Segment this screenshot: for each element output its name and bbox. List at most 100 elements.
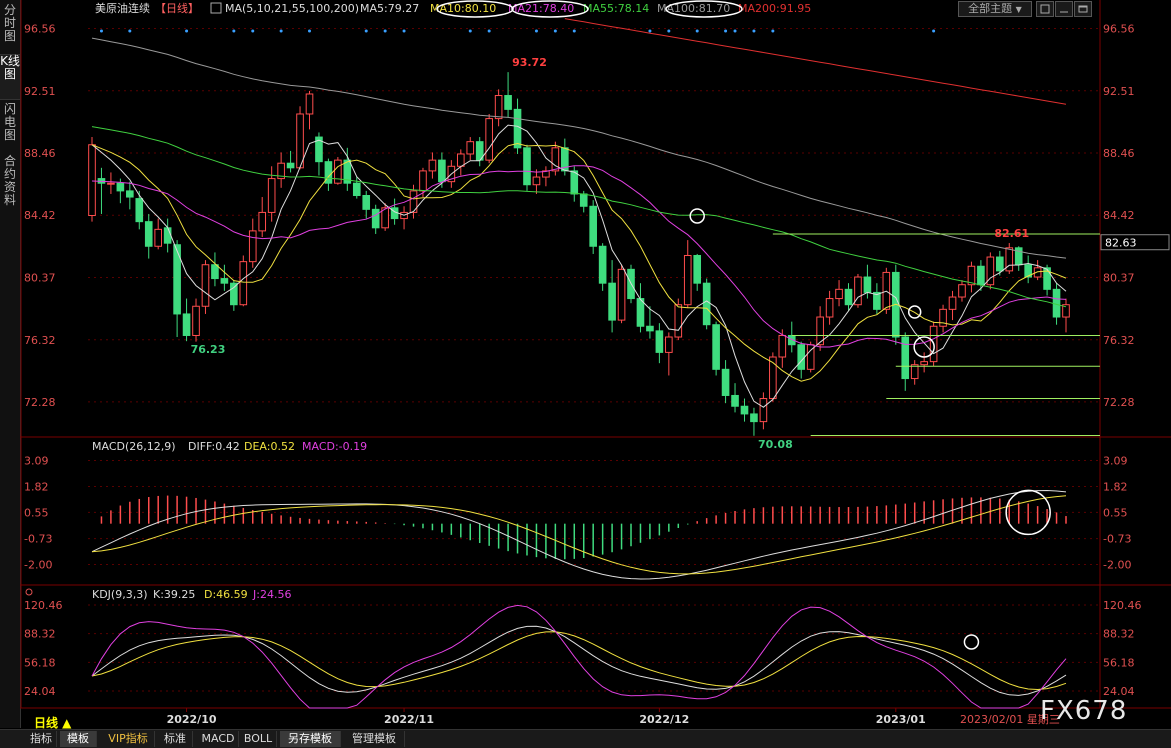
y-tick-right-macd: 0.55	[1103, 506, 1128, 519]
signal-dot	[383, 29, 387, 33]
candle-body	[1052, 288, 1061, 318]
tab-boll[interactable]: BOLL	[240, 731, 277, 747]
y-tick-left-price: 88.46	[24, 147, 56, 160]
signal-dot	[648, 29, 652, 33]
y-tick-right-price: 92.51	[1103, 85, 1135, 98]
x-axis-label: 2022/11	[384, 713, 434, 726]
signal-dot	[932, 29, 936, 33]
price-extreme-label: 76.23	[191, 343, 226, 356]
signal-dot	[99, 29, 103, 33]
candle-body	[551, 147, 560, 172]
candle-body	[844, 288, 853, 306]
ma-line-ma10	[91, 142, 1067, 382]
candle-body	[570, 170, 579, 195]
maximize-icon[interactable]	[1074, 1, 1092, 17]
y-tick-right-macd: 3.09	[1103, 455, 1128, 468]
candle-body	[296, 113, 304, 169]
settings-icon	[25, 588, 33, 596]
ma-value-label: MA200:91.95	[738, 2, 811, 15]
price-extreme-label: 70.08	[758, 438, 793, 451]
signal-dot	[185, 29, 189, 33]
tab-standard[interactable]: 标准	[158, 731, 193, 747]
tab-vip-indicators[interactable]: VIP指标	[102, 731, 155, 747]
current-price-label: 82.63	[1105, 237, 1137, 250]
candle-body	[267, 178, 276, 213]
candle-body	[504, 95, 512, 110]
candle-body	[579, 193, 588, 207]
signal-dot	[402, 29, 406, 33]
y-tick-left-macd: 1.82	[24, 480, 49, 493]
tab-manage-template[interactable]: 管理模板	[344, 731, 405, 747]
y-tick-left-price: 76.32	[24, 334, 56, 347]
ma-line-ma5	[91, 124, 1067, 408]
candle-body	[438, 159, 446, 183]
signal-dot	[752, 29, 756, 33]
candle-body	[230, 282, 238, 306]
macd-diff-line	[91, 489, 1067, 580]
candle-body	[901, 336, 910, 380]
y-tick-left-kdj: 88.32	[24, 628, 56, 641]
theme-select-label: 全部主题	[968, 2, 1013, 15]
candle-body	[211, 264, 219, 280]
ma-params: MA(5,10,21,55,100,200)	[225, 2, 359, 15]
y-tick-right-price: 80.37	[1103, 271, 1135, 284]
y-tick-left-price: 92.51	[24, 85, 56, 98]
signal-dot	[364, 29, 368, 33]
y-tick-right-kdj: 120.46	[1103, 599, 1142, 612]
tab-template[interactable]: 模板	[60, 731, 97, 747]
candle-body	[920, 361, 928, 366]
theme-controls: 全部主题 ▼	[958, 1, 1098, 17]
candle-body	[107, 182, 115, 185]
tab-save-template[interactable]: 另存模板	[280, 731, 341, 747]
candle-body	[721, 368, 730, 396]
candle-body	[419, 170, 427, 192]
instrument-title: 美原油连续	[95, 1, 150, 15]
candle-body	[712, 324, 720, 370]
candle-body	[731, 394, 739, 407]
tab-macd[interactable]: MACD	[198, 731, 239, 747]
tab-indicators[interactable]: 指标	[26, 731, 57, 747]
tab-contract-info[interactable]: 合约资料	[0, 155, 20, 215]
price-extreme-label: 82.61	[994, 227, 1029, 240]
tab-kline[interactable]: K线图	[0, 54, 20, 100]
signal-dot	[487, 29, 491, 33]
macd-value-label: DIFF:0.42	[188, 440, 240, 453]
tab-timeshare[interactable]: 分时图	[0, 4, 20, 46]
candle-body	[334, 159, 342, 184]
ma-value-label: MA55:78.14	[583, 2, 649, 15]
y-tick-left-price: 72.28	[24, 396, 56, 409]
candle-body	[759, 398, 768, 423]
ma-value-label: MA100:81.70	[657, 2, 730, 15]
signal-dot	[667, 29, 671, 33]
signal-dot	[468, 29, 472, 33]
signal-dot	[572, 29, 576, 33]
candle-body	[362, 195, 371, 210]
candle-body	[239, 261, 248, 306]
kdj-value-label: K:39.25	[153, 588, 195, 601]
y-tick-left-macd: 3.09	[24, 455, 49, 468]
restore-icon[interactable]	[1036, 1, 1054, 17]
watermark-text: FX678	[1040, 696, 1128, 726]
candle-body	[532, 176, 541, 186]
candle-body	[608, 282, 616, 321]
y-tick-right-macd: 1.82	[1103, 480, 1128, 493]
candle-body	[371, 208, 380, 229]
theme-select[interactable]: 全部主题 ▼	[958, 1, 1032, 17]
chart-area[interactable]: 96.56 96.56 92.51 92.51 88.46 88.46 84.42 84.42…	[20, 0, 1171, 729]
tab-lightning[interactable]: 闪电图	[0, 103, 20, 147]
ma-value-label: MA10:80.10	[430, 2, 496, 15]
candle-body	[258, 211, 267, 232]
candle-body	[683, 254, 692, 306]
candle-body	[646, 325, 654, 332]
candle-body	[305, 93, 314, 115]
y-tick-right-price: 88.46	[1103, 147, 1135, 160]
ma-line-ma200	[564, 18, 1067, 105]
candle-body	[665, 336, 673, 353]
y-tick-left-price: 80.37	[24, 271, 56, 284]
period-label-header: 【日线】	[155, 1, 199, 15]
y-tick-left-kdj: 56.18	[24, 656, 56, 669]
left-sidebar: 分时图 K线图 闪电图 合约资料	[0, 0, 21, 728]
candle-body	[835, 288, 843, 300]
minimize-icon[interactable]	[1055, 1, 1073, 17]
candle-body	[910, 364, 919, 380]
